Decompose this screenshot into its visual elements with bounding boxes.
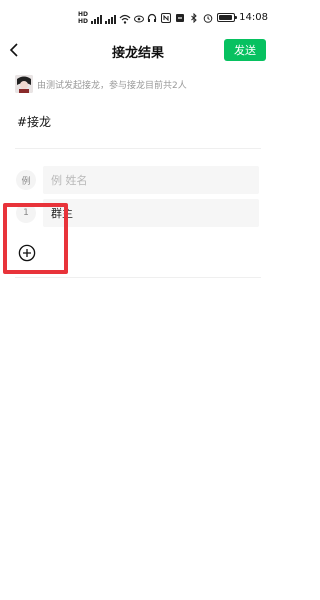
example-entry-field[interactable]: 例 姓名 bbox=[43, 166, 259, 194]
sim1: HD HD bbox=[78, 12, 88, 25]
highlight-box bbox=[3, 203, 68, 274]
alarm-icon bbox=[203, 13, 213, 23]
send-button[interactable]: 发送 bbox=[224, 39, 266, 61]
headphones-icon bbox=[148, 13, 157, 22]
bluetooth-icon bbox=[191, 12, 197, 23]
divider-bottom bbox=[15, 277, 261, 278]
eye-icon bbox=[134, 15, 145, 22]
initiator-info-text: 由测试发起接龙，参与接龙目前共2人 bbox=[37, 80, 187, 91]
signal-icon bbox=[91, 14, 103, 24]
avatar bbox=[15, 75, 33, 93]
plus-circle-icon[interactable] bbox=[18, 244, 36, 262]
list-item: 例 例 姓名 bbox=[16, 166, 259, 194]
status-right: 14:08 bbox=[147, 12, 268, 23]
avatar-image bbox=[15, 75, 33, 93]
signal-icon-2 bbox=[105, 14, 117, 24]
status-time: 14:08 bbox=[239, 12, 268, 23]
battery-icon bbox=[217, 13, 238, 22]
status-left: HD HD bbox=[78, 12, 145, 25]
nfc-icon bbox=[161, 12, 172, 23]
status-bar: HD HD 14:08 bbox=[0, 0, 276, 36]
initiator-info: 由测试发起接龙，参与接龙目前共2人 bbox=[15, 74, 187, 94]
mute-icon bbox=[176, 13, 185, 22]
sim1-hd-label-2: HD bbox=[78, 18, 89, 25]
divider bbox=[15, 148, 261, 149]
wifi-icon bbox=[119, 14, 131, 24]
entry-field[interactable]: 群主 bbox=[43, 199, 259, 227]
entry-index: 例 bbox=[16, 170, 36, 190]
topic-title[interactable]: #接龙 bbox=[17, 113, 51, 130]
